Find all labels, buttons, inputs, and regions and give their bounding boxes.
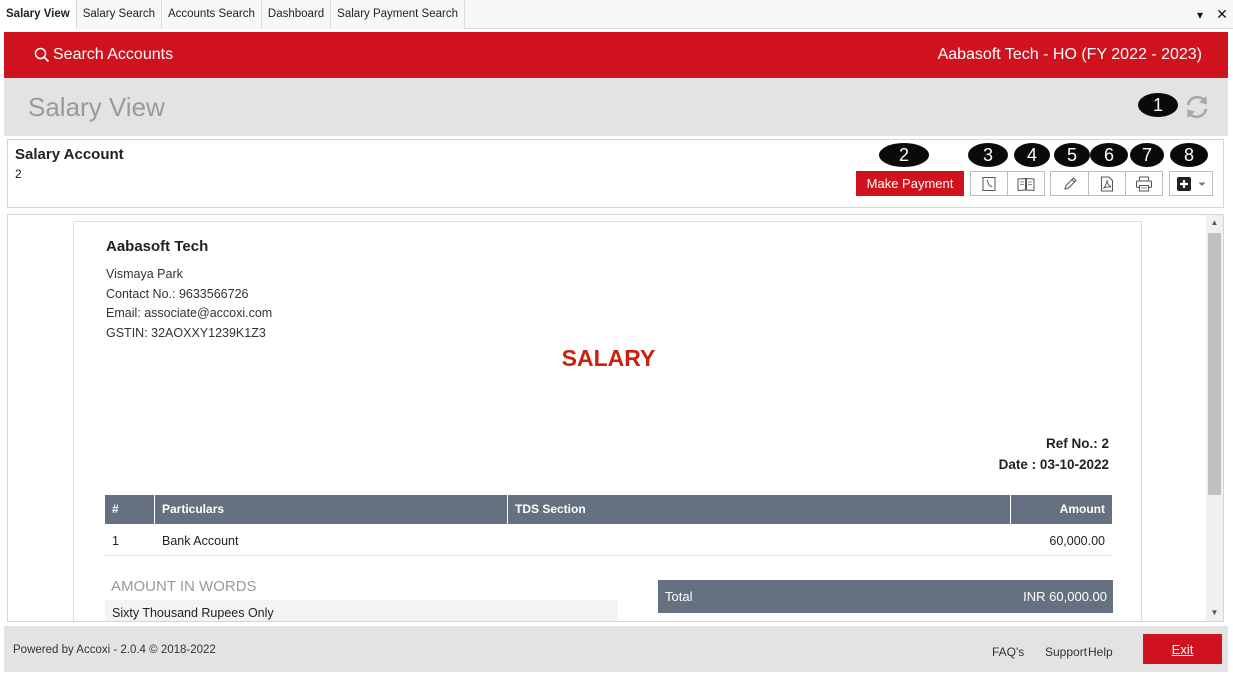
- row-amount: 60,000.00: [1049, 534, 1105, 548]
- tab-accounts-search[interactable]: Accounts Search: [161, 0, 262, 29]
- top-header-bar: Search Accounts Aabasoft Tech - HO (FY 2…: [4, 32, 1228, 78]
- row-particulars: Bank Account: [162, 534, 239, 548]
- search-accounts-link[interactable]: Search Accounts: [34, 32, 173, 78]
- exit-button[interactable]: Exit: [1143, 634, 1222, 664]
- close-tab-icon[interactable]: ✕: [1211, 6, 1233, 23]
- search-icon: [34, 47, 50, 63]
- print-icon: [1136, 176, 1152, 191]
- column-header-particulars: Particulars: [155, 495, 508, 524]
- document-viewer[interactable]: Aabasoft Tech Vismaya Park Contact No.: …: [7, 214, 1224, 622]
- pdf-icon: [1101, 176, 1113, 191]
- table-row: 1 Bank Account 60,000.00: [105, 526, 1112, 556]
- salary-account-label: Salary Account: [15, 146, 124, 163]
- marker-1: 1: [1138, 93, 1178, 117]
- history-icon: [982, 176, 996, 191]
- total-row: Total INR 60,000.00: [658, 580, 1113, 613]
- tab-dashboard[interactable]: Dashboard: [261, 0, 332, 29]
- tab-salary-view[interactable]: Salary View: [0, 0, 77, 30]
- page-title: Salary View: [28, 92, 165, 122]
- edit-pencil-icon: [1063, 176, 1077, 190]
- salary-account-value: 2: [15, 167, 22, 181]
- print-button[interactable]: [1125, 171, 1163, 196]
- app-window: Salary View Salary Search Accounts Searc…: [0, 0, 1233, 683]
- caret-down-icon: [1198, 182, 1205, 186]
- doc-contact: Contact No.: 9633566726: [106, 287, 249, 301]
- add-plus-icon: [1176, 176, 1191, 191]
- ledger-book-icon: [1017, 177, 1035, 191]
- total-value: INR 60,000.00: [1023, 589, 1107, 604]
- history-button[interactable]: [970, 171, 1008, 196]
- marker-7: 7: [1130, 143, 1164, 167]
- footer-bar: Powered by Accoxi - 2.0.4 © 2018-2022 FA…: [4, 626, 1228, 672]
- tab-strip: Salary View Salary Search Accounts Searc…: [0, 0, 1233, 30]
- powered-by-text: Powered by Accoxi - 2.0.4 © 2018-2022: [13, 644, 216, 656]
- marker-2: 2: [879, 143, 929, 167]
- refresh-icon[interactable]: [1182, 92, 1212, 122]
- doc-address: Vismaya Park: [106, 267, 183, 281]
- pdf-button[interactable]: [1088, 171, 1126, 196]
- tab-controls: ▾ ✕: [1189, 0, 1233, 29]
- salary-document: Aabasoft Tech Vismaya Park Contact No.: …: [73, 221, 1142, 621]
- marker-3: 3: [968, 143, 1008, 167]
- company-fy-label[interactable]: Aabasoft Tech - HO (FY 2022 - 2023): [938, 32, 1202, 78]
- doc-heading: SALARY: [561, 345, 656, 371]
- tab-salary-search[interactable]: Salary Search: [76, 0, 162, 29]
- amount-in-words-label: AMOUNT IN WORDS: [111, 578, 257, 595]
- doc-ref-no: Ref No.: 2: [1045, 436, 1109, 451]
- support-link[interactable]: Support: [1045, 645, 1087, 659]
- page-title-bar: Salary View: [4, 78, 1228, 136]
- more-actions-dropdown[interactable]: [1169, 171, 1213, 196]
- column-header-tds-section: TDS Section: [508, 495, 1011, 524]
- column-header-no: #: [105, 495, 155, 524]
- marker-6: 6: [1090, 143, 1128, 167]
- scroll-up-arrow-icon[interactable]: ▲: [1206, 215, 1223, 231]
- help-link[interactable]: Help: [1088, 645, 1113, 659]
- faq-link[interactable]: FAQ's: [992, 645, 1024, 659]
- edit-button[interactable]: [1050, 171, 1089, 196]
- search-accounts-label: Search Accounts: [53, 46, 174, 63]
- table-header: # Particulars TDS Section Amount: [105, 495, 1112, 524]
- row-tds-section: [508, 526, 1011, 556]
- marker-4: 4: [1014, 143, 1050, 167]
- doc-gstin: GSTIN: 32AOXXY1239K1Z3: [106, 326, 266, 340]
- amount-in-words-value: Sixty Thousand Rupees Only: [105, 600, 618, 621]
- row-no: 1: [112, 534, 119, 548]
- marker-8: 8: [1170, 143, 1208, 167]
- scroll-thumb[interactable]: [1208, 233, 1221, 495]
- tab-salary-payment-search[interactable]: Salary Payment Search: [331, 0, 465, 29]
- doc-date: Date : 03-10-2022: [998, 457, 1109, 472]
- total-label: Total: [665, 589, 693, 604]
- ledger-button[interactable]: [1007, 171, 1045, 196]
- marker-5: 5: [1054, 143, 1090, 167]
- make-payment-button[interactable]: Make Payment: [856, 171, 964, 196]
- doc-company-name: Aabasoft Tech: [106, 238, 209, 255]
- vertical-scrollbar[interactable]: ▲ ▼: [1206, 215, 1223, 621]
- column-header-amount: Amount: [1059, 502, 1105, 516]
- scroll-down-arrow-icon[interactable]: ▼: [1206, 605, 1223, 621]
- tab-list-dropdown-icon[interactable]: ▾: [1189, 8, 1211, 22]
- doc-email: Email: associate@accoxi.com: [106, 306, 273, 320]
